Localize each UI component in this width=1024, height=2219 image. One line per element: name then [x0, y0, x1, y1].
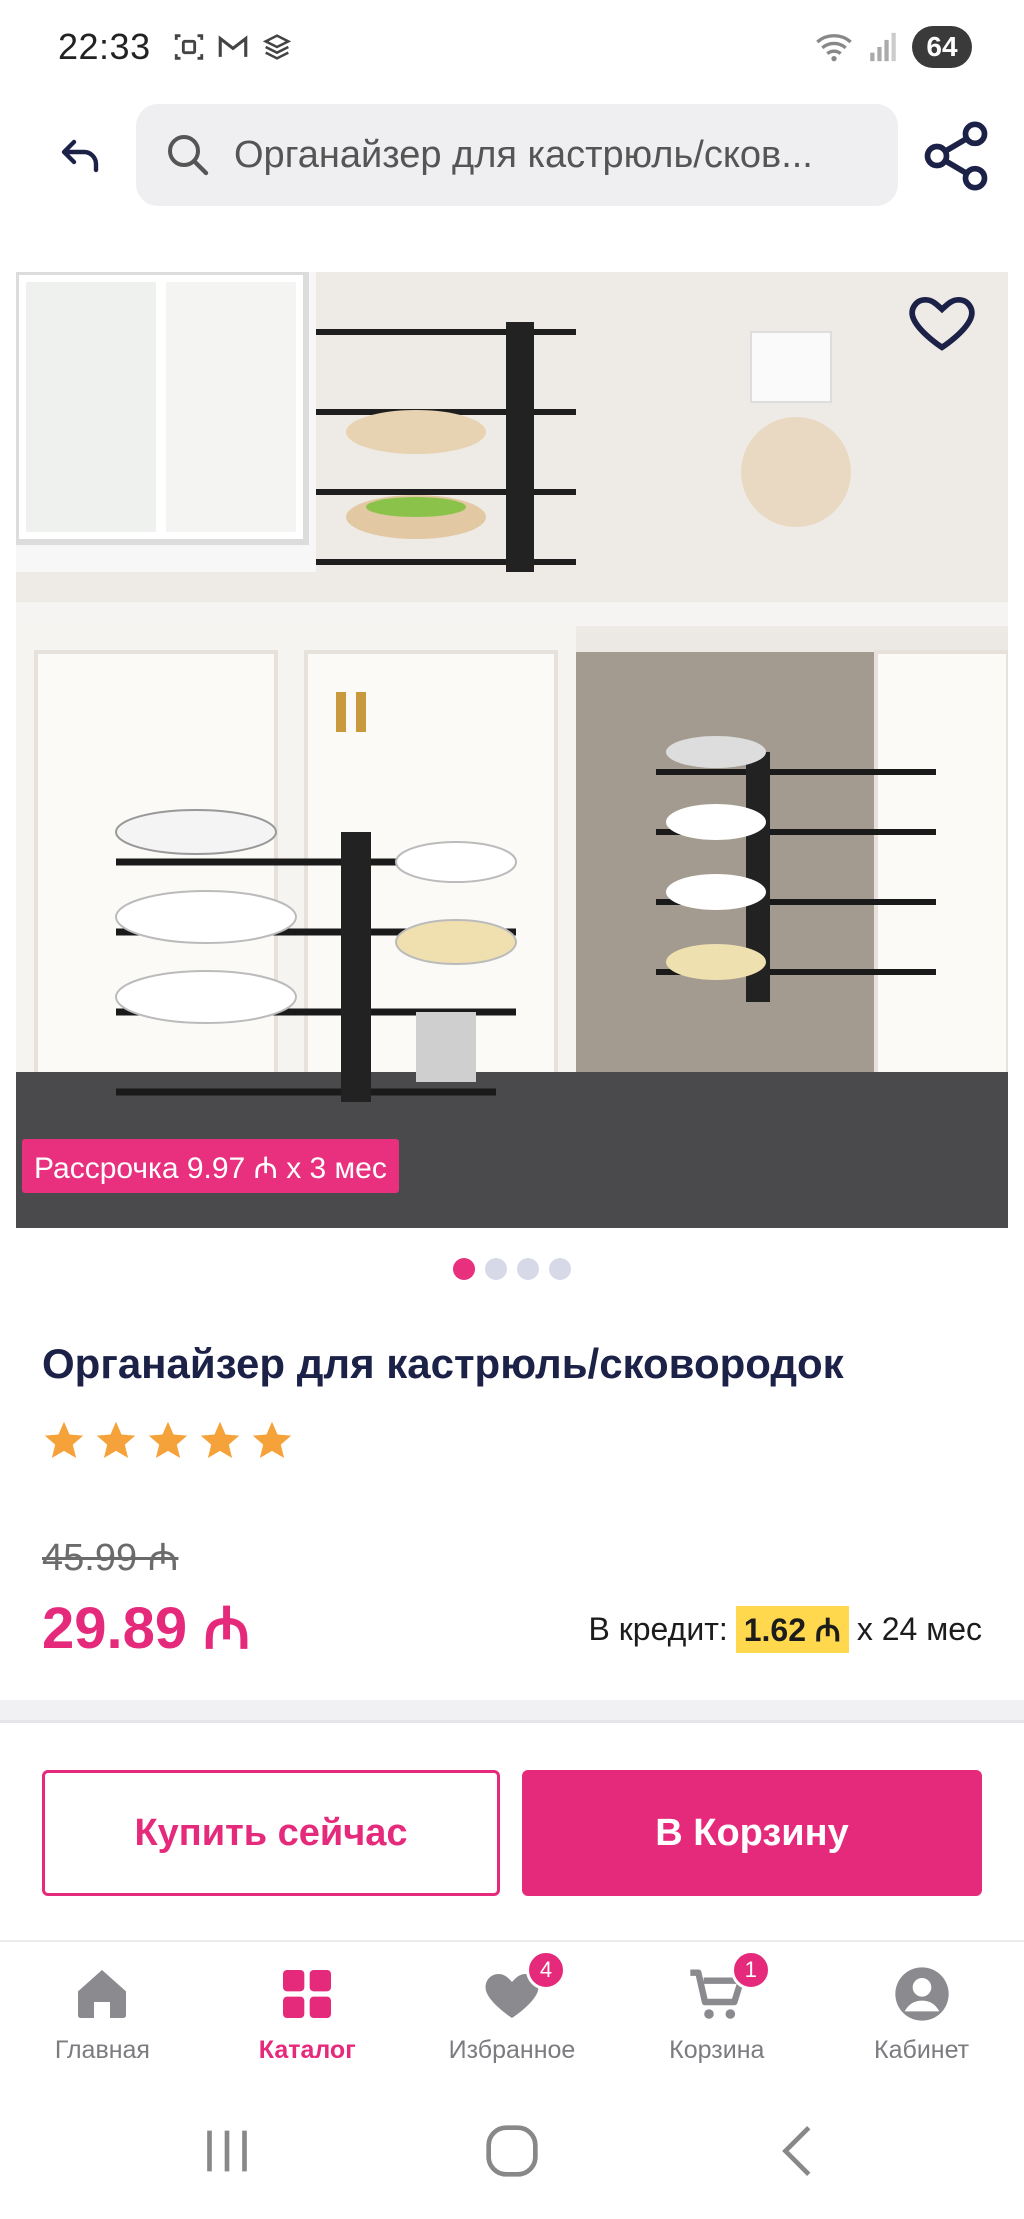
- nav-label-cart: Корзина: [669, 2036, 765, 2064]
- back-arrow-icon: [61, 139, 99, 173]
- home-button-icon[interactable]: [477, 2116, 547, 2186]
- credit-term: x 24 мес: [856, 1611, 982, 1647]
- product-image[interactable]: Рассрочка 9.97 ₼ x 3 мес: [16, 272, 1008, 1228]
- nav-item-cart[interactable]: 1 Корзина: [614, 1946, 819, 2076]
- installment-badge: Рассрочка 9.97 ₼ x 3 мес: [22, 1139, 399, 1193]
- section-divider: [0, 1700, 1024, 1720]
- nav-label-favorites: Избранное: [448, 2036, 576, 2064]
- pagination-dot[interactable]: [453, 1258, 475, 1280]
- battery-indicator: 64: [912, 26, 972, 68]
- rating-stars: [42, 1418, 294, 1462]
- gallery-pagination: [0, 1258, 1024, 1280]
- heart-outline-icon: [909, 296, 975, 351]
- star-icon: [200, 1421, 240, 1458]
- nav-item-profile[interactable]: Кабинет: [819, 1946, 1024, 2076]
- search-icon: [168, 135, 209, 176]
- credit-info: В кредит: 1.62 ₼ x 24 мес: [589, 1606, 982, 1653]
- back-nav-icon[interactable]: [765, 2116, 835, 2186]
- nav-item-catalog[interactable]: Каталог: [205, 1946, 410, 2076]
- signal-icon: [870, 32, 896, 62]
- star-icon: [44, 1421, 84, 1458]
- star-icon: [96, 1421, 136, 1458]
- catalog-icon: [283, 1970, 332, 2018]
- share-icon: [924, 121, 988, 191]
- nav-label-home: Главная: [54, 2036, 150, 2064]
- nav-item-favorites[interactable]: 4 Избранное: [410, 1946, 615, 2076]
- system-nav-bar: [0, 2096, 1024, 2206]
- share-button[interactable]: [918, 118, 994, 194]
- profile-icon: [894, 1967, 949, 2021]
- wishlist-button[interactable]: [904, 284, 980, 360]
- status-bar: 22:33 64: [0, 0, 1024, 100]
- pagination-dot[interactable]: [549, 1258, 571, 1280]
- credit-label: В кредит:: [588, 1611, 728, 1647]
- product-photo: [16, 272, 1008, 1228]
- bottom-nav: Главная Каталог 4 Избранное 1 Корзина Ка…: [0, 1946, 1024, 2076]
- gmail-icon: [218, 35, 248, 57]
- status-time: 22:33: [58, 26, 151, 67]
- buy-now-button[interactable]: Купить сейчас: [42, 1770, 500, 1896]
- screenshot-icon: [174, 34, 204, 60]
- wifi-icon: [816, 34, 852, 62]
- stack-icon: [262, 34, 292, 60]
- cart-count-badge: 1: [730, 1950, 771, 1990]
- current-price: 29.89 ₼: [42, 1596, 251, 1661]
- favorites-count-badge: 4: [525, 1950, 566, 1990]
- divider-line: [0, 1720, 1024, 1723]
- nav-divider: [0, 1940, 1024, 1942]
- status-icons-right: 64: [814, 26, 972, 68]
- nav-label-profile: Кабинет: [874, 2036, 970, 2064]
- recent-apps-icon[interactable]: [192, 2116, 262, 2186]
- nav-label-catalog: Каталог: [258, 2036, 356, 2064]
- old-price: 45.99 ₼: [42, 1537, 179, 1579]
- add-to-cart-button[interactable]: В Корзину: [522, 1770, 982, 1896]
- top-bar: Органайзер для кастрюль/сков...: [0, 100, 1024, 220]
- star-icon: [148, 1421, 188, 1458]
- home-icon: [78, 1970, 127, 2018]
- pagination-dot[interactable]: [517, 1258, 539, 1280]
- status-icons-left: [172, 30, 294, 64]
- star-icon: [252, 1421, 292, 1458]
- back-button[interactable]: [48, 124, 112, 188]
- search-query: Органайзер для кастрюль/сков...: [234, 133, 813, 176]
- product-title: Органайзер для кастрюль/сковородок: [42, 1340, 844, 1387]
- pagination-dot[interactable]: [485, 1258, 507, 1280]
- credit-amount: 1.62 ₼: [735, 1606, 849, 1653]
- nav-item-home[interactable]: Главная: [0, 1946, 205, 2076]
- search-input[interactable]: Органайзер для кастрюль/сков...: [136, 104, 898, 206]
